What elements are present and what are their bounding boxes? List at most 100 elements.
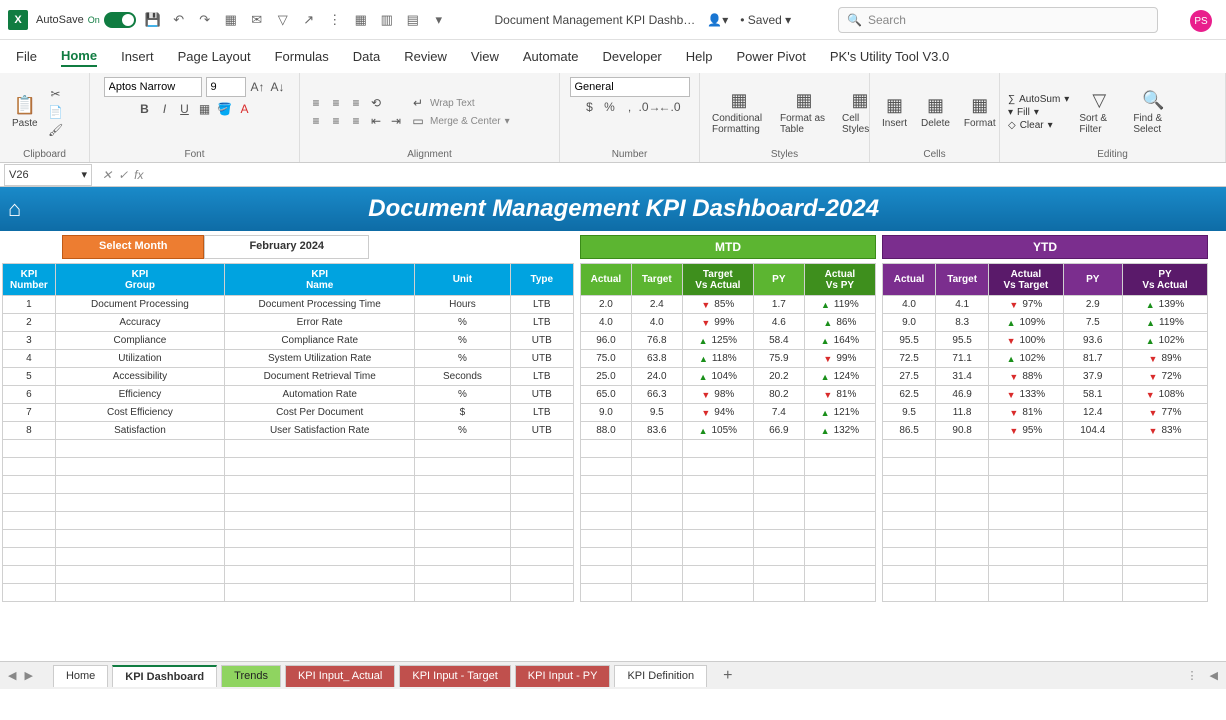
selected-month-value: February 2024 xyxy=(204,235,369,259)
font-size-select[interactable] xyxy=(206,77,246,97)
align-middle-icon[interactable]: ≡ xyxy=(328,95,344,111)
autosum-button[interactable]: ∑ AutoSum ▾ xyxy=(1008,94,1069,105)
increase-font-icon[interactable]: A↑ xyxy=(250,79,266,95)
user-avatar[interactable]: PS xyxy=(1190,10,1212,32)
font-group-label: Font xyxy=(98,147,291,160)
sort-filter-button[interactable]: ▽Sort & Filter xyxy=(1075,88,1123,137)
cut-icon[interactable]: ✂ xyxy=(48,86,64,102)
indent-inc-icon[interactable]: ⇥ xyxy=(388,113,404,129)
menu-tab-automate[interactable]: Automate xyxy=(523,47,579,66)
sheet-scroll-icon[interactable]: ◀ xyxy=(1210,669,1218,682)
home-icon[interactable]: ⌂ xyxy=(8,196,21,222)
underline-icon[interactable]: U xyxy=(177,101,193,117)
percent-icon[interactable]: % xyxy=(602,99,618,115)
find-select-button[interactable]: 🔍Find & Select xyxy=(1129,88,1177,137)
autosave-toggle[interactable]: AutoSave On xyxy=(36,12,136,28)
column-header: KPIName xyxy=(225,264,415,296)
indent-dec-icon[interactable]: ⇤ xyxy=(368,113,384,129)
redo-icon[interactable]: ↷ xyxy=(196,11,214,29)
menu-tab-power-pivot[interactable]: Power Pivot xyxy=(737,47,806,66)
menu-tab-insert[interactable]: Insert xyxy=(121,47,154,66)
bold-icon[interactable]: B xyxy=(137,101,153,117)
merge-center-button[interactable]: ▭Merge & Center ▾ xyxy=(410,113,510,129)
fill-color-icon[interactable]: 🪣 xyxy=(217,101,233,117)
month-selector[interactable]: Select Month February 2024 xyxy=(62,235,369,259)
sheet-nav-next-icon[interactable]: ▶ xyxy=(24,669,32,682)
conditional-formatting-button[interactable]: ▦Conditional Formatting xyxy=(708,88,770,137)
fx-icon[interactable]: fx xyxy=(134,168,143,182)
font-color-icon[interactable]: A xyxy=(237,101,253,117)
qa-more-icon[interactable]: ▾ xyxy=(430,11,448,29)
qa-icon-3[interactable]: ▽ xyxy=(274,11,292,29)
qa-icon-5[interactable]: ⋮ xyxy=(326,11,344,29)
align-center-icon[interactable]: ≡ xyxy=(328,113,344,129)
delete-cells-button[interactable]: ▦Delete xyxy=(917,93,954,131)
sheet-tab-trends[interactable]: Trends xyxy=(221,665,281,687)
currency-icon[interactable]: $ xyxy=(582,99,598,115)
search-input[interactable]: 🔍 Search xyxy=(838,7,1158,33)
format-painter-icon[interactable]: 🖌 xyxy=(48,122,64,138)
menu-tab-developer[interactable]: Developer xyxy=(603,47,662,66)
insert-cells-button[interactable]: ▦Insert xyxy=(878,93,911,131)
qa-icon-2[interactable]: ✉ xyxy=(248,11,266,29)
share-icon[interactable]: 👤▾ xyxy=(707,13,728,27)
menu-tab-page-layout[interactable]: Page Layout xyxy=(178,47,251,66)
italic-icon[interactable]: I xyxy=(157,101,173,117)
clear-button[interactable]: ◇ Clear ▾ xyxy=(1008,120,1069,131)
font-name-select[interactable] xyxy=(104,77,202,97)
sheet-tab-kpi-input-py[interactable]: KPI Input - PY xyxy=(515,665,611,687)
chevron-down-icon[interactable]: ▾ xyxy=(81,168,87,181)
sheet-nav-prev-icon[interactable]: ◀ xyxy=(8,669,16,682)
number-group-label: Number xyxy=(568,147,691,160)
wrap-text-button[interactable]: ↵Wrap Text xyxy=(410,95,510,111)
copy-icon[interactable]: 📄 xyxy=(48,104,64,120)
align-bottom-icon[interactable]: ≡ xyxy=(348,95,364,111)
menu-tab-file[interactable]: File xyxy=(16,47,37,66)
orientation-icon[interactable]: ⟲ xyxy=(368,95,384,111)
menu-tab-review[interactable]: Review xyxy=(404,47,447,66)
qa-icon-1[interactable]: ▦ xyxy=(222,11,240,29)
qa-icon-8[interactable]: ▤ xyxy=(404,11,422,29)
number-format-select[interactable] xyxy=(570,77,690,97)
comma-icon[interactable]: , xyxy=(622,99,638,115)
menu-tab-home[interactable]: Home xyxy=(61,46,97,67)
menu-bar: File Home Insert Page Layout Formulas Data Rev… xyxy=(0,40,1226,73)
qa-icon-6[interactable]: ▦ xyxy=(352,11,370,29)
cancel-formula-icon[interactable]: ✕ xyxy=(102,168,112,182)
decrease-font-icon[interactable]: A↓ xyxy=(270,79,286,95)
fill-button[interactable]: ▾ Fill ▾ xyxy=(1008,107,1069,118)
sheet-tab-kpi-definition[interactable]: KPI Definition xyxy=(614,665,707,687)
enter-formula-icon[interactable]: ✓ xyxy=(118,168,128,182)
sheet-options-icon[interactable]: ⋮ xyxy=(1187,669,1198,682)
menu-tab-view[interactable]: View xyxy=(471,47,499,66)
document-title[interactable]: Document Management KPI Dashb… xyxy=(495,13,696,27)
undo-icon[interactable]: ↶ xyxy=(170,11,188,29)
sheet-tab-home[interactable]: Home xyxy=(53,665,108,687)
paste-button[interactable]: 📋Paste xyxy=(8,93,42,131)
save-status[interactable]: • Saved ▾ xyxy=(740,13,791,27)
menu-tab-help[interactable]: Help xyxy=(686,47,713,66)
name-box[interactable]: V26▾ xyxy=(4,164,92,186)
table-row: 25.024.0▲ 104%20.2▲ 124% xyxy=(581,368,876,386)
inc-decimal-icon[interactable]: .0→ xyxy=(642,99,658,115)
align-left-icon[interactable]: ≡ xyxy=(308,113,324,129)
qa-icon-4[interactable]: ↗ xyxy=(300,11,318,29)
add-sheet-button[interactable]: + xyxy=(711,663,744,689)
table-row: 9.09.5▼ 94%7.4▲ 121% xyxy=(581,404,876,422)
menu-tab-pk-s-utility-tool-v3-0[interactable]: PK's Utility Tool V3.0 xyxy=(830,47,949,66)
dec-decimal-icon[interactable]: ←.0 xyxy=(662,99,678,115)
format-cells-button[interactable]: ▦Format xyxy=(960,93,1000,131)
menu-tab-formulas[interactable]: Formulas xyxy=(275,47,329,66)
align-top-icon[interactable]: ≡ xyxy=(308,95,324,111)
formula-input[interactable] xyxy=(149,165,1226,185)
save-icon[interactable]: 💾 xyxy=(144,11,162,29)
sheet-tab-kpi-input-actual[interactable]: KPI Input_ Actual xyxy=(285,665,395,687)
qa-icon-7[interactable]: ▥ xyxy=(378,11,396,29)
sheet-tab-kpi-dashboard[interactable]: KPI Dashboard xyxy=(112,665,217,687)
format-as-table-button[interactable]: ▦Format as Table xyxy=(776,88,832,137)
sheet-tab-kpi-input-target[interactable]: KPI Input - Target xyxy=(399,665,510,687)
toggle-switch-icon[interactable] xyxy=(104,12,136,28)
border-icon[interactable]: ▦ xyxy=(197,101,213,117)
menu-tab-data[interactable]: Data xyxy=(353,47,380,66)
align-right-icon[interactable]: ≡ xyxy=(348,113,364,129)
